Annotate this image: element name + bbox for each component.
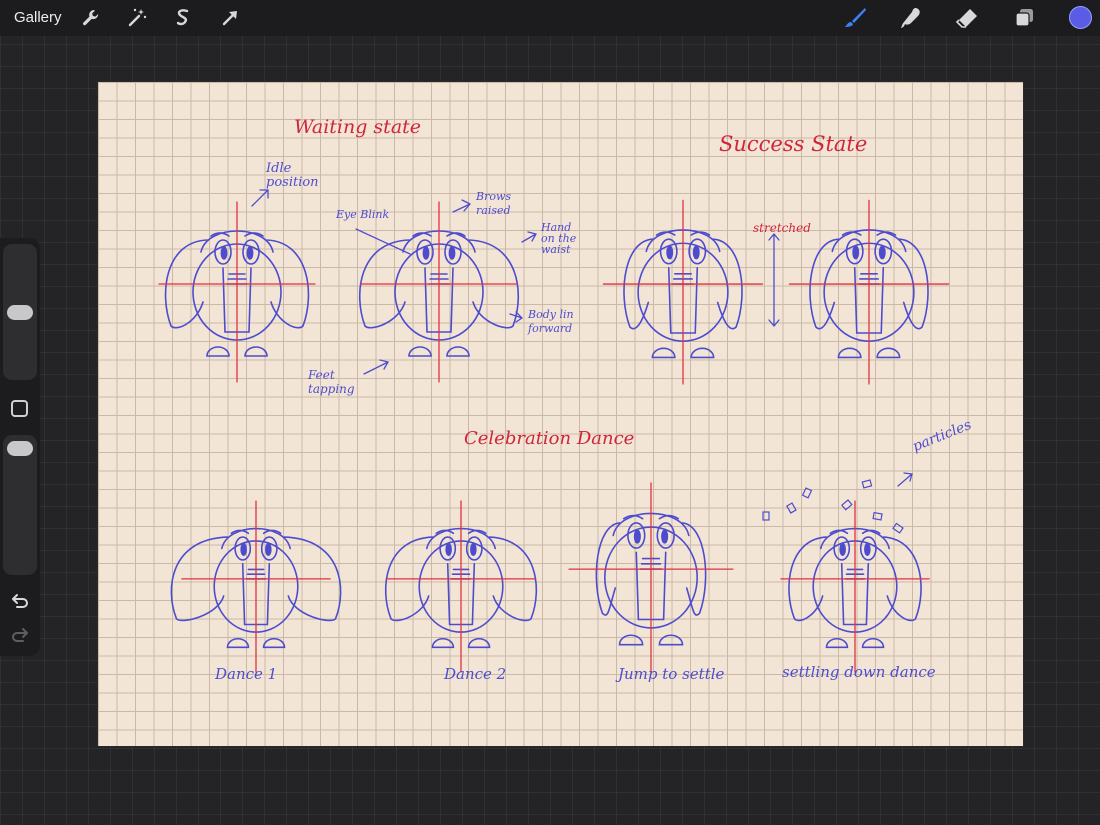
transform-arrow-icon[interactable] xyxy=(218,6,242,30)
top-toolbar: Gallery xyxy=(0,0,1100,36)
brush-size-thumb[interactable] xyxy=(7,305,33,320)
note-feet-tapping: Feet tapping xyxy=(308,368,355,396)
sketch-dance-2 xyxy=(384,500,538,673)
smudge-icon[interactable] xyxy=(899,6,923,30)
heading-success-state: Success State xyxy=(719,132,868,156)
sketch-dance-1 xyxy=(170,500,342,673)
selection-icon[interactable] xyxy=(171,6,195,30)
note-eye-blink: Eye Blink xyxy=(336,208,390,221)
note-idle-position: Idle position xyxy=(266,161,319,190)
particle-marks xyxy=(762,479,904,534)
sketch-settle xyxy=(780,500,930,673)
caption-dance-1: Dance 1 xyxy=(215,665,278,683)
sketch-success-1 xyxy=(602,199,764,385)
caption-settling-down-dance: settling down dance xyxy=(782,663,936,681)
sketch-idle xyxy=(158,201,316,383)
wrench-icon[interactable] xyxy=(79,6,103,30)
caption-dance-2: Dance 2 xyxy=(444,665,507,683)
opacity-thumb[interactable] xyxy=(7,441,33,456)
layers-icon[interactable] xyxy=(1012,6,1036,30)
undo-icon[interactable] xyxy=(9,590,31,612)
modify-button[interactable] xyxy=(11,400,28,417)
gallery-button[interactable]: Gallery xyxy=(14,9,62,26)
note-brows-raised: Brows raised xyxy=(476,190,512,217)
left-sidebar xyxy=(0,238,40,656)
color-picker-button[interactable] xyxy=(1069,6,1092,29)
caption-jump-to-settle: Jump to settle xyxy=(618,665,725,683)
brush-size-slider[interactable] xyxy=(3,244,37,380)
eraser-icon[interactable] xyxy=(955,6,979,30)
opacity-slider[interactable] xyxy=(3,435,37,575)
note-hand-on-waist: Hand on the waist xyxy=(541,221,577,256)
brush-icon[interactable] xyxy=(843,6,867,30)
redo-icon[interactable] xyxy=(9,624,31,646)
heading-celebration-dance: Celebration Dance xyxy=(464,428,635,449)
sketch-success-2 xyxy=(788,199,950,385)
note-body-lean-forward: Body lin forward xyxy=(528,308,574,335)
magic-wand-icon[interactable] xyxy=(125,6,149,30)
heading-waiting-state: Waiting state xyxy=(294,116,422,138)
character-sketches xyxy=(158,189,950,673)
note-stretched: stretched xyxy=(753,221,811,235)
sketch-jump xyxy=(568,482,734,673)
sketch-tapping xyxy=(358,201,520,383)
drawing-canvas[interactable]: Waiting state Success State Celebration … xyxy=(97,81,1024,747)
